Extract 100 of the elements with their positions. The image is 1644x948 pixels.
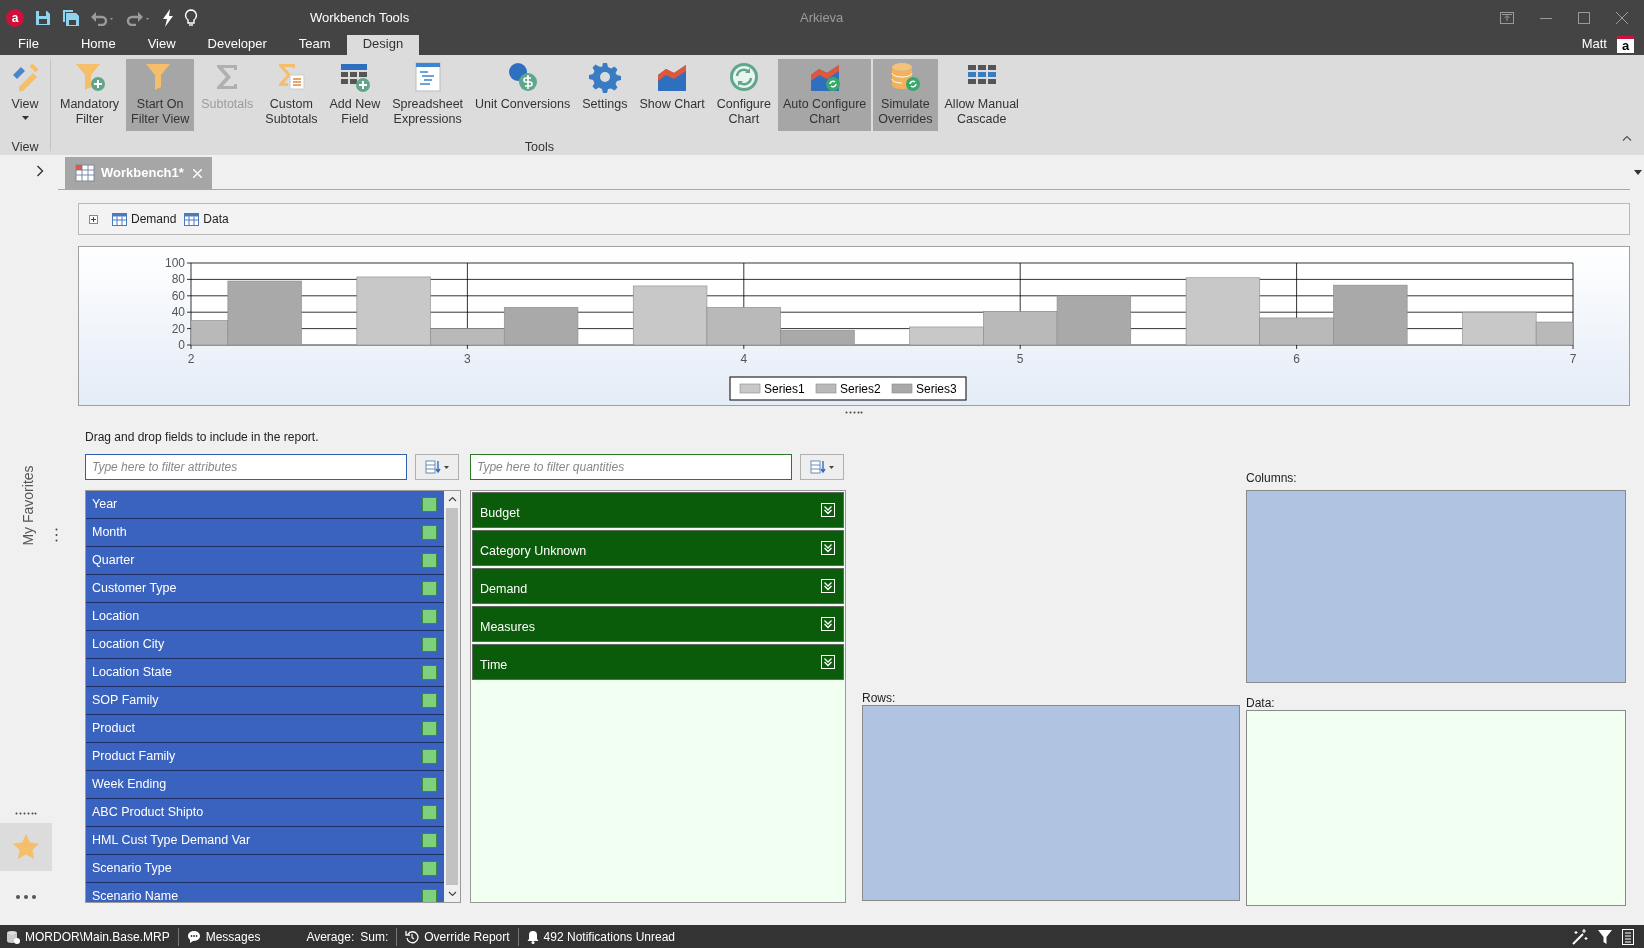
- axis-label: 6: [1293, 352, 1300, 366]
- attribute-item[interactable]: Product: [86, 715, 444, 743]
- attribute-item[interactable]: ABC Product Shipto: [86, 799, 444, 827]
- attribute-item[interactable]: Location State: [86, 659, 444, 687]
- attribute-item[interactable]: Quarter: [86, 547, 444, 575]
- ribbon-button[interactable]: Configure Chart: [711, 59, 776, 131]
- axis-label: 100: [164, 256, 185, 270]
- attribute-item[interactable]: Scenario Type: [86, 855, 444, 883]
- grip-icon[interactable]: [845, 410, 863, 414]
- filter-field[interactable]: Type here to filter quantities: [470, 454, 792, 480]
- legend-swatch: [739, 383, 761, 394]
- database-link[interactable]: MORDOR\Main.Base.MRP: [25, 927, 170, 946]
- ribbon-button[interactable]: Auto Configure Chart: [777, 59, 872, 131]
- attribute-item[interactable]: SOP Family: [86, 687, 444, 715]
- grid-icon: [75, 164, 95, 182]
- ribbon-button[interactable]: Settings: [577, 59, 633, 131]
- legend-label: Series1: [764, 382, 805, 396]
- quantity-item[interactable]: Demand: [472, 568, 844, 604]
- quantity-item[interactable]: Budget: [472, 492, 844, 528]
- menu-tab[interactable]: Design: [346, 33, 420, 55]
- double-chevron-icon[interactable]: [821, 617, 835, 631]
- attribute-item[interactable]: HML Cust Type Demand Var: [86, 827, 444, 855]
- lightbulb-icon[interactable]: [184, 8, 198, 27]
- save-icon[interactable]: [34, 8, 52, 27]
- dropdown-icon[interactable]: [1634, 170, 1642, 175]
- breadcrumb-item[interactable]: Demand: [131, 210, 177, 228]
- double-chevron-icon[interactable]: [821, 579, 835, 593]
- sidebar-label[interactable]: My Favorites: [17, 457, 39, 554]
- grip-icon[interactable]: [15, 812, 37, 815]
- ribbon-button[interactable]: View: [4, 59, 46, 131]
- quantity-item[interactable]: Category Unknown: [472, 530, 844, 566]
- double-chevron-icon[interactable]: [821, 541, 835, 555]
- restore-ribbon-icon[interactable]: [1500, 11, 1514, 24]
- ribbon-button[interactable]: Simulate Overrides: [873, 59, 938, 131]
- sort-dropdown-button[interactable]: [800, 454, 844, 480]
- menu-tab[interactable]: Team: [282, 33, 347, 55]
- scroll-up-icon[interactable]: [447, 496, 457, 502]
- ribbon-button[interactable]: Spreadsheet Expressions: [387, 59, 469, 131]
- menu-tab[interactable]: Developer: [191, 33, 283, 55]
- collapse-icon[interactable]: [1622, 135, 1632, 141]
- square-icon: [422, 609, 437, 624]
- save-all-icon[interactable]: [62, 8, 80, 27]
- filter-field[interactable]: Type here to filter attributes: [85, 454, 407, 480]
- attribute-item[interactable]: Month: [86, 519, 444, 547]
- ribbon-button[interactable]: Mandatory Filter: [55, 59, 125, 131]
- menu-tab[interactable]: Home: [64, 33, 132, 55]
- user-name[interactable]: Matt: [1581, 34, 1607, 54]
- menu-tab[interactable]: View: [131, 33, 192, 55]
- ribbon-button[interactable]: Start On Filter View: [126, 59, 195, 131]
- scroll-down-icon[interactable]: [447, 891, 457, 897]
- axis-label: 60: [171, 288, 185, 303]
- scrollbar-thumb[interactable]: [446, 508, 458, 885]
- ribbon-button[interactable]: Unit Conversions: [470, 59, 576, 131]
- wand-icon[interactable]: [1572, 928, 1588, 945]
- override-report-link[interactable]: Override Report: [424, 927, 510, 946]
- sort-dropdown-button[interactable]: [415, 454, 459, 480]
- document-icon[interactable]: [1622, 928, 1634, 945]
- double-chevron-icon[interactable]: [821, 655, 835, 669]
- funnel-icon[interactable]: [1598, 928, 1612, 945]
- status-text[interactable]: Average:: [306, 927, 355, 946]
- ribbon-button[interactable]: Add New Field: [324, 59, 386, 131]
- status-text[interactable]: Sum:: [360, 927, 389, 946]
- attribute-item[interactable]: Location City: [86, 631, 444, 659]
- close-icon[interactable]: [1616, 11, 1628, 24]
- attribute-item[interactable]: Scenario Name: [86, 883, 444, 902]
- attribute-item[interactable]: Year: [86, 491, 444, 519]
- user-avatar[interactable]: a: [1617, 35, 1634, 53]
- sort-icon: [810, 460, 834, 474]
- notifications-link[interactable]: 492 Notifications Unread: [543, 927, 676, 946]
- zone-label: Data:: [1246, 695, 1276, 709]
- square-icon: [422, 777, 437, 792]
- chevron-right-icon[interactable]: [36, 165, 44, 177]
- axis-label: 0: [178, 338, 185, 352]
- refresh-icon: [727, 61, 760, 93]
- quantity-item[interactable]: Time: [472, 644, 844, 680]
- quantity-item[interactable]: Measures: [472, 606, 844, 642]
- ribbon-button[interactable]: Show Chart: [634, 59, 710, 131]
- grip-icon[interactable]: [55, 528, 58, 542]
- more-icon[interactable]: [16, 895, 36, 899]
- tab-label: Workbench1*: [101, 164, 184, 183]
- attribute-item[interactable]: Week Ending: [86, 771, 444, 799]
- ribbon-button[interactable]: Custom Subtotals: [260, 59, 323, 131]
- ribbon-button[interactable]: Allow Manual Cascade: [939, 59, 1024, 131]
- table-icon: [184, 212, 200, 226]
- redo-icon[interactable]: [126, 9, 152, 26]
- attribute-item[interactable]: Product Family: [86, 743, 444, 771]
- double-chevron-icon[interactable]: [821, 503, 835, 517]
- expand-icon[interactable]: [89, 214, 98, 224]
- maximize-icon[interactable]: [1578, 11, 1590, 24]
- lightning-icon[interactable]: [162, 8, 174, 27]
- messages-link[interactable]: Messages: [205, 927, 261, 946]
- menu-tab[interactable]: File: [8, 33, 49, 55]
- zone-label: Rows:: [862, 690, 897, 704]
- attribute-item[interactable]: Customer Type: [86, 575, 444, 603]
- funnel-icon: [73, 61, 106, 93]
- legend-swatch: [815, 383, 837, 394]
- square-icon: [422, 637, 437, 652]
- breadcrumb-item[interactable]: Data: [203, 210, 229, 228]
- attribute-item[interactable]: Location: [86, 603, 444, 631]
- square-icon: [422, 581, 437, 596]
